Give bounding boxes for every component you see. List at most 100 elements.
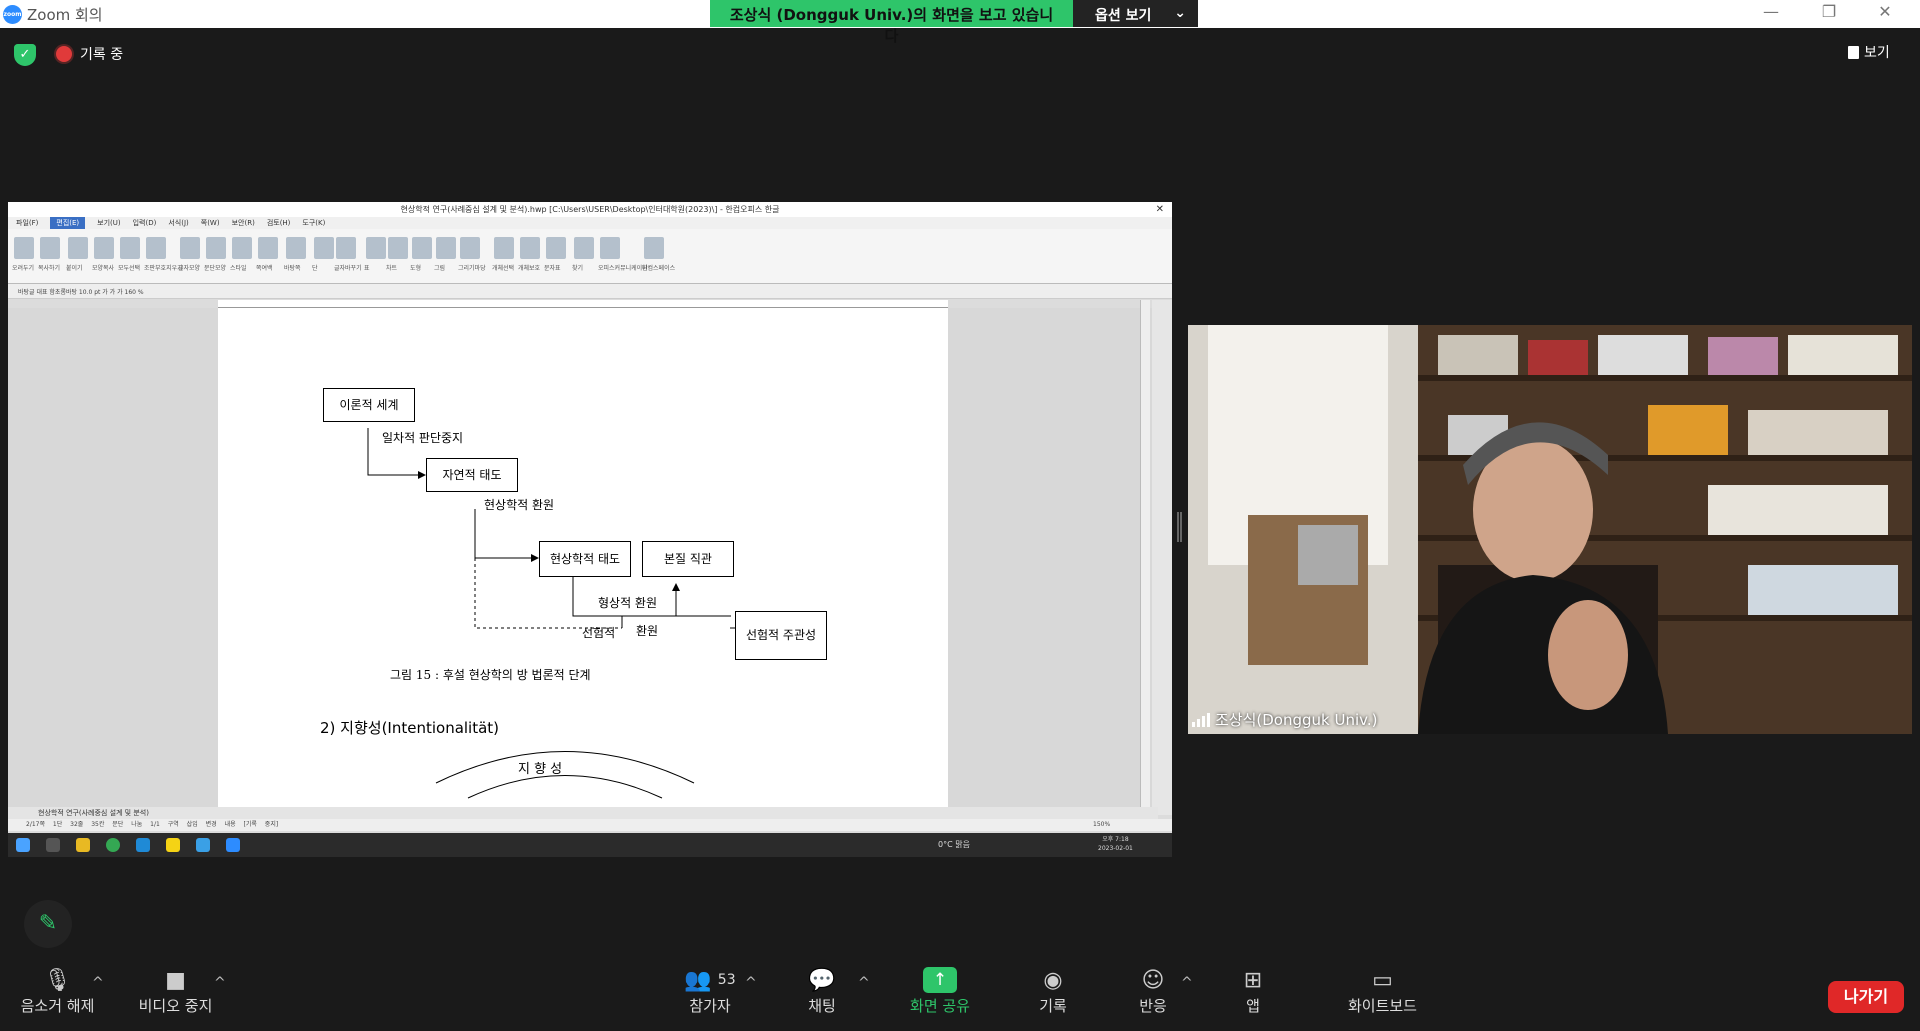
unmute-label: 음소거 해제 xyxy=(20,997,95,1015)
file-explorer-icon xyxy=(76,838,90,852)
hwp-side-toolbar xyxy=(1152,300,1172,815)
unmute-button[interactable]: 🎙 음소거 해제 xyxy=(10,965,105,1016)
zoom-taskbar-icon xyxy=(226,838,240,852)
participant-video[interactable]: 조상식(Dongguk Univ.) xyxy=(1188,325,1912,734)
ribbon-tool-icon[interactable] xyxy=(120,237,140,259)
security-shield-icon[interactable]: ✓ xyxy=(14,44,36,66)
participants-options-caret[interactable]: ^ xyxy=(745,975,757,991)
recording-icon xyxy=(56,46,72,62)
ribbon-tool-icon[interactable] xyxy=(206,237,226,259)
section-heading: 2) 지향성(Intentionalität) xyxy=(320,719,500,737)
ribbon-tool-icon[interactable] xyxy=(546,237,566,259)
ribbon-tool-icon[interactable] xyxy=(460,237,480,259)
close-button[interactable]: ✕ xyxy=(1870,2,1900,26)
reactions-smiley-icon: ☺ xyxy=(1141,967,1165,993)
ribbon-tool-icon[interactable] xyxy=(366,237,386,259)
share-screen-button[interactable]: ↑ 화면 공유 xyxy=(900,965,980,1016)
hwp-menu-item[interactable]: 입력(D) xyxy=(133,217,157,229)
ribbon-tool-icon[interactable] xyxy=(40,237,60,259)
view-options-label: 옵션 보기 xyxy=(1095,8,1152,24)
ribbon-tool-icon[interactable] xyxy=(180,237,200,259)
stop-video-button[interactable]: ■ 비디오 중지 xyxy=(128,965,223,1016)
hwp-ruler xyxy=(218,300,948,308)
hwp-menu-item[interactable]: 검토(H) xyxy=(267,217,291,229)
view-button[interactable]: 보기 xyxy=(1848,40,1908,64)
ribbon-tool-icon[interactable] xyxy=(336,237,356,259)
ribbon-tool-icon[interactable] xyxy=(14,237,34,259)
reactions-button[interactable]: ☺ 반응 xyxy=(1118,965,1188,1016)
ribbon-tool-icon[interactable] xyxy=(520,237,540,259)
record-button[interactable]: ◉ 기록 xyxy=(1018,965,1088,1016)
clock-time: 오후 7:18 xyxy=(1102,836,1129,843)
hwp-vertical-scrollbar[interactable] xyxy=(1140,300,1150,815)
ribbon-tool-icon[interactable] xyxy=(388,237,408,259)
hwp-menu-item[interactable]: 쪽(W) xyxy=(201,217,220,229)
video-options-caret[interactable]: ^ xyxy=(214,975,226,991)
apps-button[interactable]: ⊞ 앱 xyxy=(1218,965,1288,1016)
view-splitter-handle[interactable] xyxy=(1177,512,1182,542)
ribbon-tool-label: 도형 xyxy=(410,265,422,272)
ribbon-tool-label: 붙이기 xyxy=(66,265,83,272)
participant-name-tag: 조상식(Dongguk Univ.) xyxy=(1192,709,1377,730)
ribbon-tool-label: 글자모양 xyxy=(178,265,201,272)
label-reduction: 환원 xyxy=(636,624,659,638)
hwp-menu-item[interactable]: 서식(J) xyxy=(168,217,188,229)
annotate-pencil-icon[interactable]: ✎ xyxy=(24,900,72,948)
clock-date: 2023-02-01 xyxy=(1098,845,1133,852)
ribbon-tool-icon[interactable] xyxy=(68,237,88,259)
participants-icon: 👥 xyxy=(684,967,712,993)
recording-label: 기록 중 xyxy=(80,47,124,63)
minimize-button[interactable]: — xyxy=(1756,2,1786,26)
view-icon xyxy=(1848,45,1859,59)
taskbar-clock: 오후 7:18 2023-02-01 xyxy=(1098,835,1133,853)
zoom-logo-icon: zoom xyxy=(3,5,22,24)
ribbon-tool-label: 오려두기 xyxy=(12,265,35,272)
ribbon-tool-icon[interactable] xyxy=(286,237,306,259)
ribbon-tool-label: 복사하기 xyxy=(38,265,61,272)
restore-button[interactable]: ❐ xyxy=(1814,2,1844,26)
whiteboard-icon: ▭ xyxy=(1372,967,1393,993)
ribbon-tool-icon[interactable] xyxy=(258,237,278,259)
microphone-muted-icon: 🎙 xyxy=(43,967,72,993)
hwp-doc-tab[interactable]: 현상학적 연구(사례중심 설계 및 분석) xyxy=(8,807,1158,819)
ribbon-tool-label: 찾기 xyxy=(572,265,584,272)
ribbon-tool-icon[interactable] xyxy=(494,237,514,259)
shared-screen: 현상학적 연구(사례중심 설계 및 분석).hwp [C:\Users\USER… xyxy=(8,202,1172,857)
chat-button[interactable]: 💬 채팅 xyxy=(787,965,857,1016)
ribbon-tool-label: 개체보호 xyxy=(518,265,541,272)
ribbon-tool-label: 한컴스페이스 xyxy=(642,265,676,272)
ribbon-tool-label: 차트 xyxy=(386,265,398,272)
chat-options-caret[interactable]: ^ xyxy=(858,975,870,991)
ribbon-tool-label: 글자바꾸기 xyxy=(334,265,362,272)
ribbon-tool-icon[interactable] xyxy=(412,237,432,259)
record-label: 기록 xyxy=(1039,997,1067,1015)
hwp-menu-bar: 파일(F) 편집(E) 보기(U) 입력(D) 서식(J) 쪽(W) 보안(R) 검토(H) 도… xyxy=(8,217,1172,229)
ribbon-tool-icon[interactable] xyxy=(232,237,252,259)
hwp-title: 현상학적 연구(사례중심 설계 및 분석).hwp [C:\Users\USER… xyxy=(8,202,1172,217)
hwp-menu-item[interactable]: 보안(R) xyxy=(232,217,255,229)
box-transcendental-subjectivity: 선험적 주관성 xyxy=(735,611,827,660)
ribbon-tool-icon[interactable] xyxy=(600,237,620,259)
hwp-zoom-level: 150% xyxy=(1093,821,1111,828)
reactions-options-caret[interactable]: ^ xyxy=(1181,975,1193,991)
ribbon-tool-icon[interactable] xyxy=(436,237,456,259)
leave-button[interactable]: 나가기 xyxy=(1828,981,1904,1013)
whiteboard-label: 화이트보드 xyxy=(1347,997,1417,1015)
windows-taskbar: 0°C 맑음 오후 7:18 2023-02-01 xyxy=(8,833,1172,857)
ribbon-tool-icon[interactable] xyxy=(574,237,594,259)
box-natural-attitude: 자연적 태도 xyxy=(426,458,518,492)
ribbon-tool-icon[interactable] xyxy=(314,237,334,259)
ribbon-tool-icon[interactable] xyxy=(94,237,114,259)
hwp-menu-item[interactable]: 보기(U) xyxy=(97,217,120,229)
ribbon-tool-label: 바탕쪽 xyxy=(284,265,301,272)
ribbon-tool-icon[interactable] xyxy=(644,237,664,259)
hwp-menu-item[interactable]: 파일(F) xyxy=(16,217,38,229)
ribbon-tool-icon[interactable] xyxy=(146,237,166,259)
system-tray: 0°C 맑음 xyxy=(938,833,970,857)
hwp-menu-item[interactable]: 도구(K) xyxy=(302,217,325,229)
whiteboard-button[interactable]: ▭ 화이트보드 xyxy=(1325,965,1440,1016)
view-options-button[interactable]: 옵션 보기 ⌄ xyxy=(1073,0,1198,27)
hwp-menu-item[interactable]: 편집(E) xyxy=(50,217,86,229)
chrome-icon xyxy=(106,838,120,852)
audio-options-caret[interactable]: ^ xyxy=(92,975,104,991)
